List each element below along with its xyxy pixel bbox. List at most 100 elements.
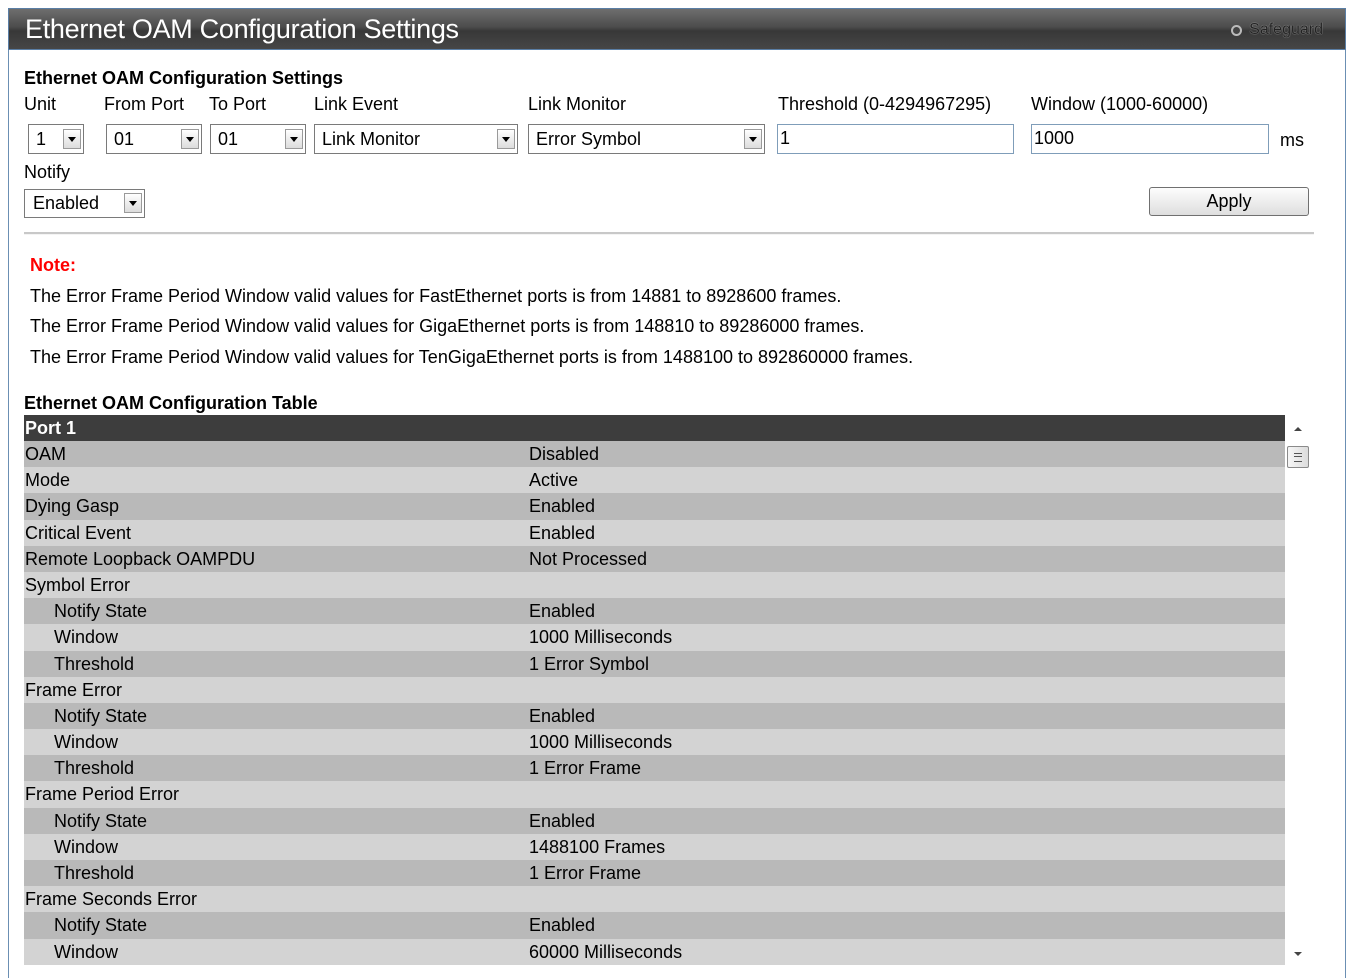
row-key: Notify State [54,810,148,831]
row-key: Mode [25,470,71,491]
notify-select[interactable]: Enabled [24,189,145,218]
row-value: Enabled [529,601,596,622]
safeguard-label: Safeguard [1249,21,1323,38]
link-event-label: Link Event [314,94,399,114]
link-monitor-select-value: Error Symbol [536,129,642,149]
window-input[interactable]: 1000 [1031,124,1269,154]
apply-button[interactable]: Apply [1149,187,1309,216]
table-row: Notify State Enabled [24,598,1285,625]
note-line: The Error Frame Period Window valid valu… [30,286,842,306]
row-key: Symbol Error [25,574,131,595]
row-value: 1488100 Frames [529,836,666,857]
row-key: Remote Loopback OAMPDU [25,548,256,569]
row-key: Threshold [54,653,135,674]
link-event-select[interactable]: Link Monitor [314,124,518,154]
table-row: Threshold 1 Error Symbol [24,650,1285,677]
table-row: Threshold 1 Error Frame [24,860,1285,887]
row-key: Critical Event [25,522,132,543]
threshold-label: Threshold (0-4294967295) [778,94,992,114]
table-row: Dying Gasp Enabled [24,493,1285,520]
table-row: Notify State Enabled [24,807,1285,834]
to-port-select[interactable]: 01 [210,124,306,154]
oam-config-table: Port 1 OAM Disabled Mode Active Dying Gasp En… [24,415,1285,965]
row-value: 1000 Milliseconds [529,732,673,753]
row-value: Disabled [529,444,600,464]
row-key: Window [54,627,119,648]
arrow-down-icon[interactable] [1294,952,1302,956]
table-row: Window 1000 Milliseconds [24,729,1285,756]
row-key: Dying Gasp [25,496,120,517]
table-row: Remote Loopback OAMPDU Not Processed [24,545,1285,572]
row-key: Window [54,941,119,962]
table-row: Window 1488100 Frames [24,833,1285,860]
vertical-scrollbar[interactable] [1286,415,1311,970]
window-title: Ethernet OAM Configuration Settings [25,14,459,44]
table-row: Window 60000 Milliseconds [24,938,1285,965]
row-value: Enabled [529,705,596,726]
note-line: The Error Frame Period Window valid valu… [30,347,914,367]
section-divider [24,232,1314,235]
settings-section-title: Ethernet OAM Configuration Settings [24,68,343,88]
row-key: Window [54,732,119,753]
row-value: Active [529,470,579,491]
row-value: 1 Error Frame [529,758,642,779]
link-monitor-label: Link Monitor [528,94,627,114]
to-port-select-value: 01 [218,129,239,149]
table-row: Notify State Enabled [24,702,1285,730]
row-key: Window [54,836,119,857]
row-value: Enabled [529,496,596,517]
row-key: Notify State [54,915,148,936]
scrollbar-thumb[interactable] [1287,446,1309,468]
unit-label: Unit [24,94,57,114]
safeguard-indicator[interactable]: Safeguard [1231,21,1323,39]
notify-select-value: Enabled [33,193,100,213]
from-port-label: From Port [104,94,185,114]
note-line: The Error Frame Period Window valid valu… [30,316,865,336]
table-row: Frame Error [24,676,1285,703]
row-value: 60000 Milliseconds [529,941,683,962]
row-value: Enabled [529,522,596,543]
row-value: Enabled [529,810,596,831]
table-row: Window 1000 Milliseconds [24,624,1285,651]
row-key: Threshold [54,863,135,883]
arrow-up-icon[interactable] [1294,427,1302,431]
row-key: OAM [25,444,67,464]
chevron-down-icon[interactable] [744,129,762,149]
row-key: Frame Seconds Error [25,889,198,910]
row-key: Frame Period Error [25,784,180,805]
chevron-down-icon[interactable] [124,193,142,213]
chevron-down-icon[interactable] [181,129,199,149]
table-title: Ethernet OAM Configuration Table [24,393,318,413]
row-key: Notify State [54,705,148,726]
table-row: Critical Event Enabled [24,519,1285,546]
row-key: Threshold [54,758,135,779]
note-heading: Note: [30,255,76,275]
row-value: 1000 Milliseconds [529,627,673,648]
unit-select-value: 1 [36,129,47,149]
row-value: Not Processed [529,548,648,569]
unit-select[interactable]: 1 [28,124,84,154]
from-port-select-value: 01 [114,129,135,149]
row-value: Enabled [529,915,596,936]
table-body: OAM Disabled Mode Active Dying Gasp Enabled Cr… [24,441,1285,965]
radio-dot-icon [1231,25,1243,36]
link-monitor-select[interactable]: Error Symbol [528,124,765,154]
table-row: Notify State Enabled [24,912,1285,939]
table-header: Port 1 [24,415,1285,441]
row-value: 1 Error Symbol [529,653,650,674]
row-key: Notify State [54,601,148,622]
link-event-select-value: Link Monitor [322,129,421,149]
row-key: Frame Error [25,679,123,700]
chevron-down-icon[interactable] [285,129,303,149]
to-port-label: To Port [209,94,267,114]
from-port-select[interactable]: 01 [106,124,202,154]
table-row: OAM Disabled [24,441,1285,468]
chevron-down-icon[interactable] [63,129,81,149]
threshold-input[interactable]: 1 [777,124,1014,154]
window-label: Window (1000-60000) [1031,94,1209,114]
row-value: 1 Error Frame [529,863,642,883]
chevron-down-icon[interactable] [497,129,515,149]
table-row: Frame Period Error [24,781,1285,808]
table-row: Threshold 1 Error Frame [24,755,1285,782]
table-row: Frame Seconds Error [24,886,1285,913]
